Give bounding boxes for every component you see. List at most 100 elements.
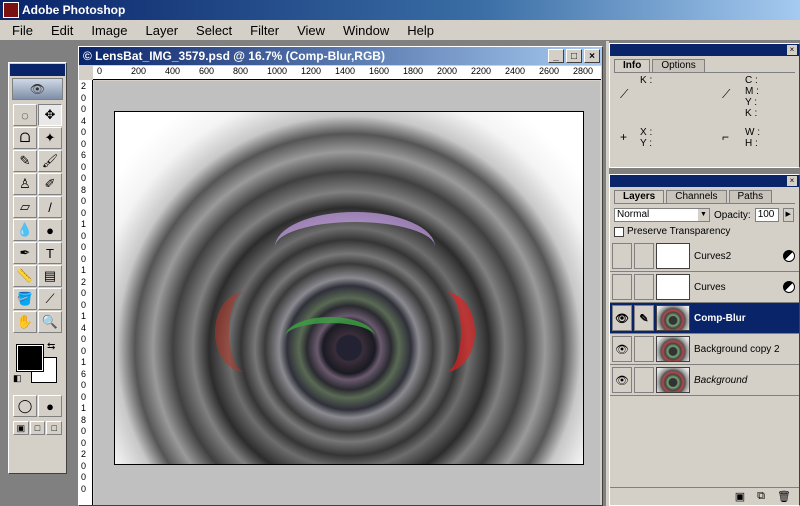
- standard-screen-icon[interactable]: ▣: [13, 421, 29, 435]
- link-toggle[interactable]: [634, 274, 654, 300]
- paintbrush-tool-icon[interactable]: 🖌: [38, 150, 62, 172]
- ruler-h-label: 1200: [301, 66, 322, 76]
- menu-image[interactable]: Image: [79, 23, 133, 38]
- default-colors-icon[interactable]: ◧: [13, 373, 22, 384]
- clone-stamp-tool-icon[interactable]: ♙: [13, 173, 37, 195]
- blur-tool-icon[interactable]: 💧: [13, 219, 37, 241]
- tab-options[interactable]: Options: [652, 59, 705, 72]
- preserve-transparency-checkbox[interactable]: [614, 226, 624, 237]
- info-palette-header[interactable]: ×: [610, 44, 799, 56]
- full-screen-icon[interactable]: □: [46, 421, 63, 435]
- hand-tool-icon[interactable]: ✋: [13, 311, 37, 333]
- opacity-arrow-icon[interactable]: ▶: [782, 208, 794, 222]
- layer-row[interactable]: Curves: [610, 272, 799, 303]
- layer-row[interactable]: 👁 Background copy 2: [610, 334, 799, 365]
- tab-channels[interactable]: Channels: [666, 190, 727, 203]
- tab-info[interactable]: Info: [614, 59, 651, 72]
- eye-logo-icon[interactable]: 👁: [12, 78, 63, 100]
- pencil-tool-icon[interactable]: /: [38, 196, 62, 218]
- ruler-v-label: 1: [81, 265, 87, 275]
- link-toggle[interactable]: [634, 367, 654, 393]
- close-icon[interactable]: ×: [787, 45, 797, 55]
- info-readout: K : ⟋ C : M : Y : K : ⟋ X : Y : + W : H …: [610, 73, 799, 168]
- new-layer-icon[interactable]: ⧉: [757, 490, 765, 503]
- tab-layers[interactable]: Layers: [614, 190, 665, 203]
- minimize-button[interactable]: _: [548, 49, 564, 63]
- history-brush-tool-icon[interactable]: ✐: [38, 173, 62, 195]
- menu-edit[interactable]: Edit: [39, 23, 79, 38]
- menu-window[interactable]: Window: [331, 23, 395, 38]
- pen-tool-icon[interactable]: ✒: [13, 242, 37, 264]
- toolbox-header[interactable]: [10, 64, 65, 76]
- layer-list: Curves2 Curves 👁 ✎ Comp-Blur 👁 Background copy…: [610, 241, 799, 396]
- swap-colors-icon[interactable]: ⇆: [47, 341, 55, 352]
- standard-mode-icon[interactable]: ◯: [13, 395, 37, 417]
- layer-thumbnail[interactable]: [656, 305, 690, 331]
- quick-mask-mode-icon[interactable]: ●: [38, 395, 62, 417]
- lens-image[interactable]: [114, 111, 584, 465]
- menu-view[interactable]: View: [285, 23, 331, 38]
- burn-tool-icon[interactable]: ●: [38, 219, 62, 241]
- full-screen-menu-icon[interactable]: □: [29, 421, 46, 435]
- purple-reflection: [275, 212, 435, 282]
- trash-icon[interactable]: 🗑: [777, 490, 791, 503]
- eye-icon[interactable]: 👁: [612, 336, 632, 362]
- zoom-tool-icon[interactable]: 🔍: [38, 311, 62, 333]
- eye-icon[interactable]: 👁: [612, 367, 632, 393]
- eyedropper-tool-icon[interactable]: ⟋: [38, 288, 62, 310]
- visibility-toggle[interactable]: [612, 243, 632, 269]
- horizontal-ruler[interactable]: 0 200 400 600 800 1000 1200 1400 1600 1800 2000 220…: [93, 66, 601, 80]
- marquee-tool-icon[interactable]: ◌: [13, 104, 37, 126]
- ruler-h-label: 1800: [403, 66, 424, 76]
- link-toggle[interactable]: [634, 243, 654, 269]
- toolbox: 👁 ◌ ✥ ᗝ ✦ ✎ 🖌 ♙ ✐ ▱ / 💧 ● ✒ T 📏 ▤ 🪣 ⟋ ✋ 🔍 ⇆ ◧ ◯ ● ▣ □ □: [8, 62, 67, 474]
- layers-palette-header[interactable]: ×: [610, 175, 799, 187]
- menu-help[interactable]: Help: [395, 23, 440, 38]
- lasso-tool-icon[interactable]: ᗝ: [13, 127, 37, 149]
- info-tabs: Info Options: [614, 59, 795, 73]
- eraser-tool-icon[interactable]: ▱: [13, 196, 37, 218]
- layer-name: Background: [694, 374, 748, 386]
- vertical-ruler[interactable]: 200400600800100012001400160018002000: [79, 80, 93, 505]
- menu-select[interactable]: Select: [184, 23, 238, 38]
- layer-row[interactable]: 👁 Background: [610, 365, 799, 396]
- layer-thumbnail[interactable]: [656, 336, 690, 362]
- layer-row[interactable]: Curves2: [610, 241, 799, 272]
- menu-file[interactable]: File: [0, 23, 39, 38]
- blend-mode-select[interactable]: Normal: [614, 208, 710, 222]
- ruler-h-label: 2600: [539, 66, 560, 76]
- foreground-color[interactable]: [16, 344, 44, 372]
- ruler-v-label: 1: [81, 403, 87, 413]
- eye-icon[interactable]: 👁: [612, 305, 632, 331]
- ruler-v-label: 6: [81, 150, 87, 160]
- measure-tool-icon[interactable]: 📏: [13, 265, 37, 287]
- layer-thumbnail[interactable]: [656, 274, 690, 300]
- close-button[interactable]: ×: [584, 49, 600, 63]
- link-toggle[interactable]: [634, 336, 654, 362]
- canvas-area[interactable]: [94, 81, 600, 505]
- layer-thumbnail[interactable]: [656, 367, 690, 393]
- adjustment-layer-icon: [783, 250, 795, 262]
- close-icon[interactable]: ×: [787, 176, 797, 186]
- magic-wand-tool-icon[interactable]: ✦: [38, 127, 62, 149]
- layer-row[interactable]: 👁 ✎ Comp-Blur: [610, 303, 799, 334]
- document-title-bar[interactable]: © LensBat_IMG_3579.psd @ 16.7% (Comp-Blu…: [79, 47, 602, 65]
- brush-icon[interactable]: ✎: [634, 305, 654, 331]
- type-tool-icon[interactable]: T: [38, 242, 62, 264]
- airbrush-tool-icon[interactable]: ✎: [13, 150, 37, 172]
- y-cmyk-label: Y :: [745, 97, 758, 108]
- add-mask-icon[interactable]: ▣: [735, 490, 745, 503]
- layer-thumbnail[interactable]: [656, 243, 690, 269]
- ruler-h-label: 400: [165, 66, 181, 76]
- move-tool-icon[interactable]: ✥: [38, 104, 62, 126]
- ruler-h-label: 600: [199, 66, 215, 76]
- paint-bucket-tool-icon[interactable]: 🪣: [13, 288, 37, 310]
- menu-filter[interactable]: Filter: [238, 23, 285, 38]
- maximize-button[interactable]: □: [566, 49, 582, 63]
- app-title: Adobe Photoshop: [22, 3, 126, 17]
- visibility-toggle[interactable]: [612, 274, 632, 300]
- gradient-tool-icon[interactable]: ▤: [38, 265, 62, 287]
- tab-paths[interactable]: Paths: [728, 190, 773, 203]
- menu-layer[interactable]: Layer: [134, 23, 185, 38]
- opacity-input[interactable]: 100: [754, 208, 779, 222]
